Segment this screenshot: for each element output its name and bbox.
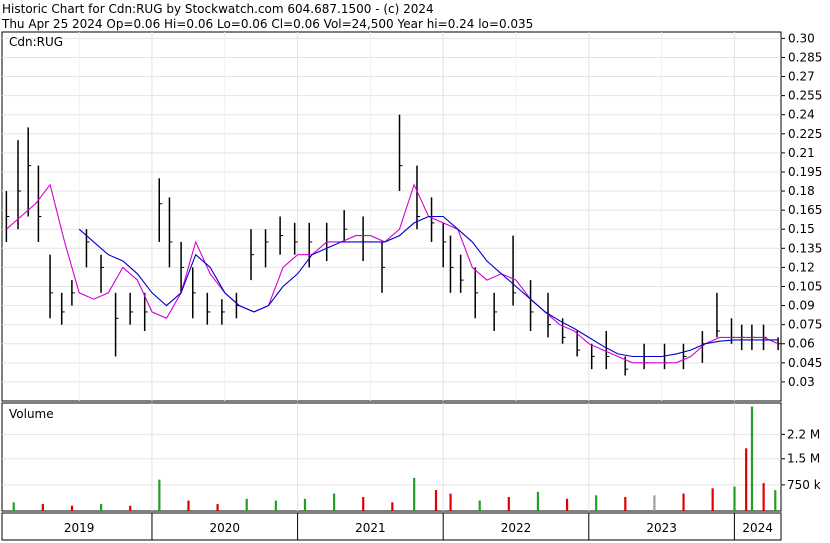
volume-bar <box>745 448 748 511</box>
price-tick-label: 0.285 <box>788 50 822 64</box>
volume-panel-frame <box>1 402 782 512</box>
price-tick-label: 0.255 <box>788 89 822 103</box>
price-tick-label: 0.135 <box>788 241 822 255</box>
volume-axis: 2.2 M 1.5 M 750 k <box>781 427 821 492</box>
volume-bar <box>733 486 736 511</box>
volume-tick-label: 750 k <box>787 478 821 492</box>
volume-bar <box>595 495 598 511</box>
moving-average-short-line <box>6 183 779 364</box>
price-tick-label: 0.15 <box>788 222 815 236</box>
price-tick-label: 0.24 <box>788 108 815 122</box>
volume-bar <box>413 477 416 511</box>
price-tick-label: 0.225 <box>788 127 822 141</box>
volume-tick-label: 1.5 M <box>787 452 820 466</box>
volume-grid <box>2 403 781 511</box>
price-panel: Cdn:RUG 0.300.2850.270.2550.240.2250.210… <box>1 31 822 402</box>
volume-bar <box>362 497 365 511</box>
price-axis: 0.30 0.285 0.27 0.255 0.24 0.225 0.21 0.195 0.18… <box>781 31 822 389</box>
volume-bar <box>653 495 656 511</box>
price-tick-label: 0.21 <box>788 146 815 160</box>
price-tick-label: 0.30 <box>788 31 815 45</box>
x-axis-year-label: 2022 <box>501 521 532 535</box>
volume-bar <box>565 498 569 511</box>
volume-bar <box>774 490 777 511</box>
volume-bar <box>536 491 540 511</box>
volume-bar <box>332 493 336 511</box>
volume-bar <box>274 500 277 511</box>
price-tick-label: 0.06 <box>788 337 815 351</box>
volume-bar <box>624 497 627 511</box>
volume-bar <box>187 500 190 511</box>
price-tick-label: 0.27 <box>788 70 815 84</box>
x-axis: 2019 2020 2021 2022 2023 2024 <box>1 512 782 541</box>
volume-bar <box>391 502 394 511</box>
volume-bar <box>507 497 510 511</box>
volume-bar <box>158 479 161 511</box>
stock-chart: Cdn:RUG 0.300.2850.270.2550.240.2250.210… <box>1 31 822 541</box>
volume-bar <box>100 504 103 511</box>
x-axis-year-label: 2021 <box>355 521 386 535</box>
volume-bar <box>762 483 765 511</box>
price-tick-label: 0.18 <box>788 184 815 198</box>
price-tick-label: 0.075 <box>788 318 822 332</box>
volume-bar <box>711 488 714 511</box>
volume-bar <box>434 490 438 511</box>
volume-bar <box>303 498 307 511</box>
volume-bar <box>41 504 44 511</box>
x-axis-year-label: 2023 <box>646 521 677 535</box>
volume-bar <box>478 500 481 511</box>
price-tick-label: 0.105 <box>788 279 822 293</box>
volume-panel: Volume 2.2 M 1.5 M 750 k <box>1 402 821 512</box>
x-axis-year-label: 2020 <box>210 521 241 535</box>
x-axis-year-label: 2019 <box>64 521 95 535</box>
volume-bar <box>129 505 132 511</box>
volume-bar <box>682 493 685 511</box>
volume-tick-label: 2.2 M <box>787 427 820 441</box>
price-tick-label: 0.09 <box>788 299 815 313</box>
volume-bar <box>12 502 15 511</box>
price-tick-label: 0.12 <box>788 260 815 274</box>
volume-bar <box>449 493 452 511</box>
price-tick-label: 0.045 <box>788 356 822 370</box>
price-tick-label: 0.165 <box>788 203 822 217</box>
price-tick-label: 0.03 <box>788 375 815 389</box>
price-series <box>5 114 782 376</box>
volume-bar <box>216 504 219 511</box>
volume-panel-label: Volume <box>9 407 54 421</box>
volume-bar <box>245 498 248 511</box>
price-panel-label: Cdn:RUG <box>9 35 63 49</box>
volume-bar <box>750 406 754 511</box>
volume-bar <box>70 505 74 511</box>
price-tick-label: 0.195 <box>788 165 822 179</box>
x-axis-year-label: 2024 <box>742 521 773 535</box>
